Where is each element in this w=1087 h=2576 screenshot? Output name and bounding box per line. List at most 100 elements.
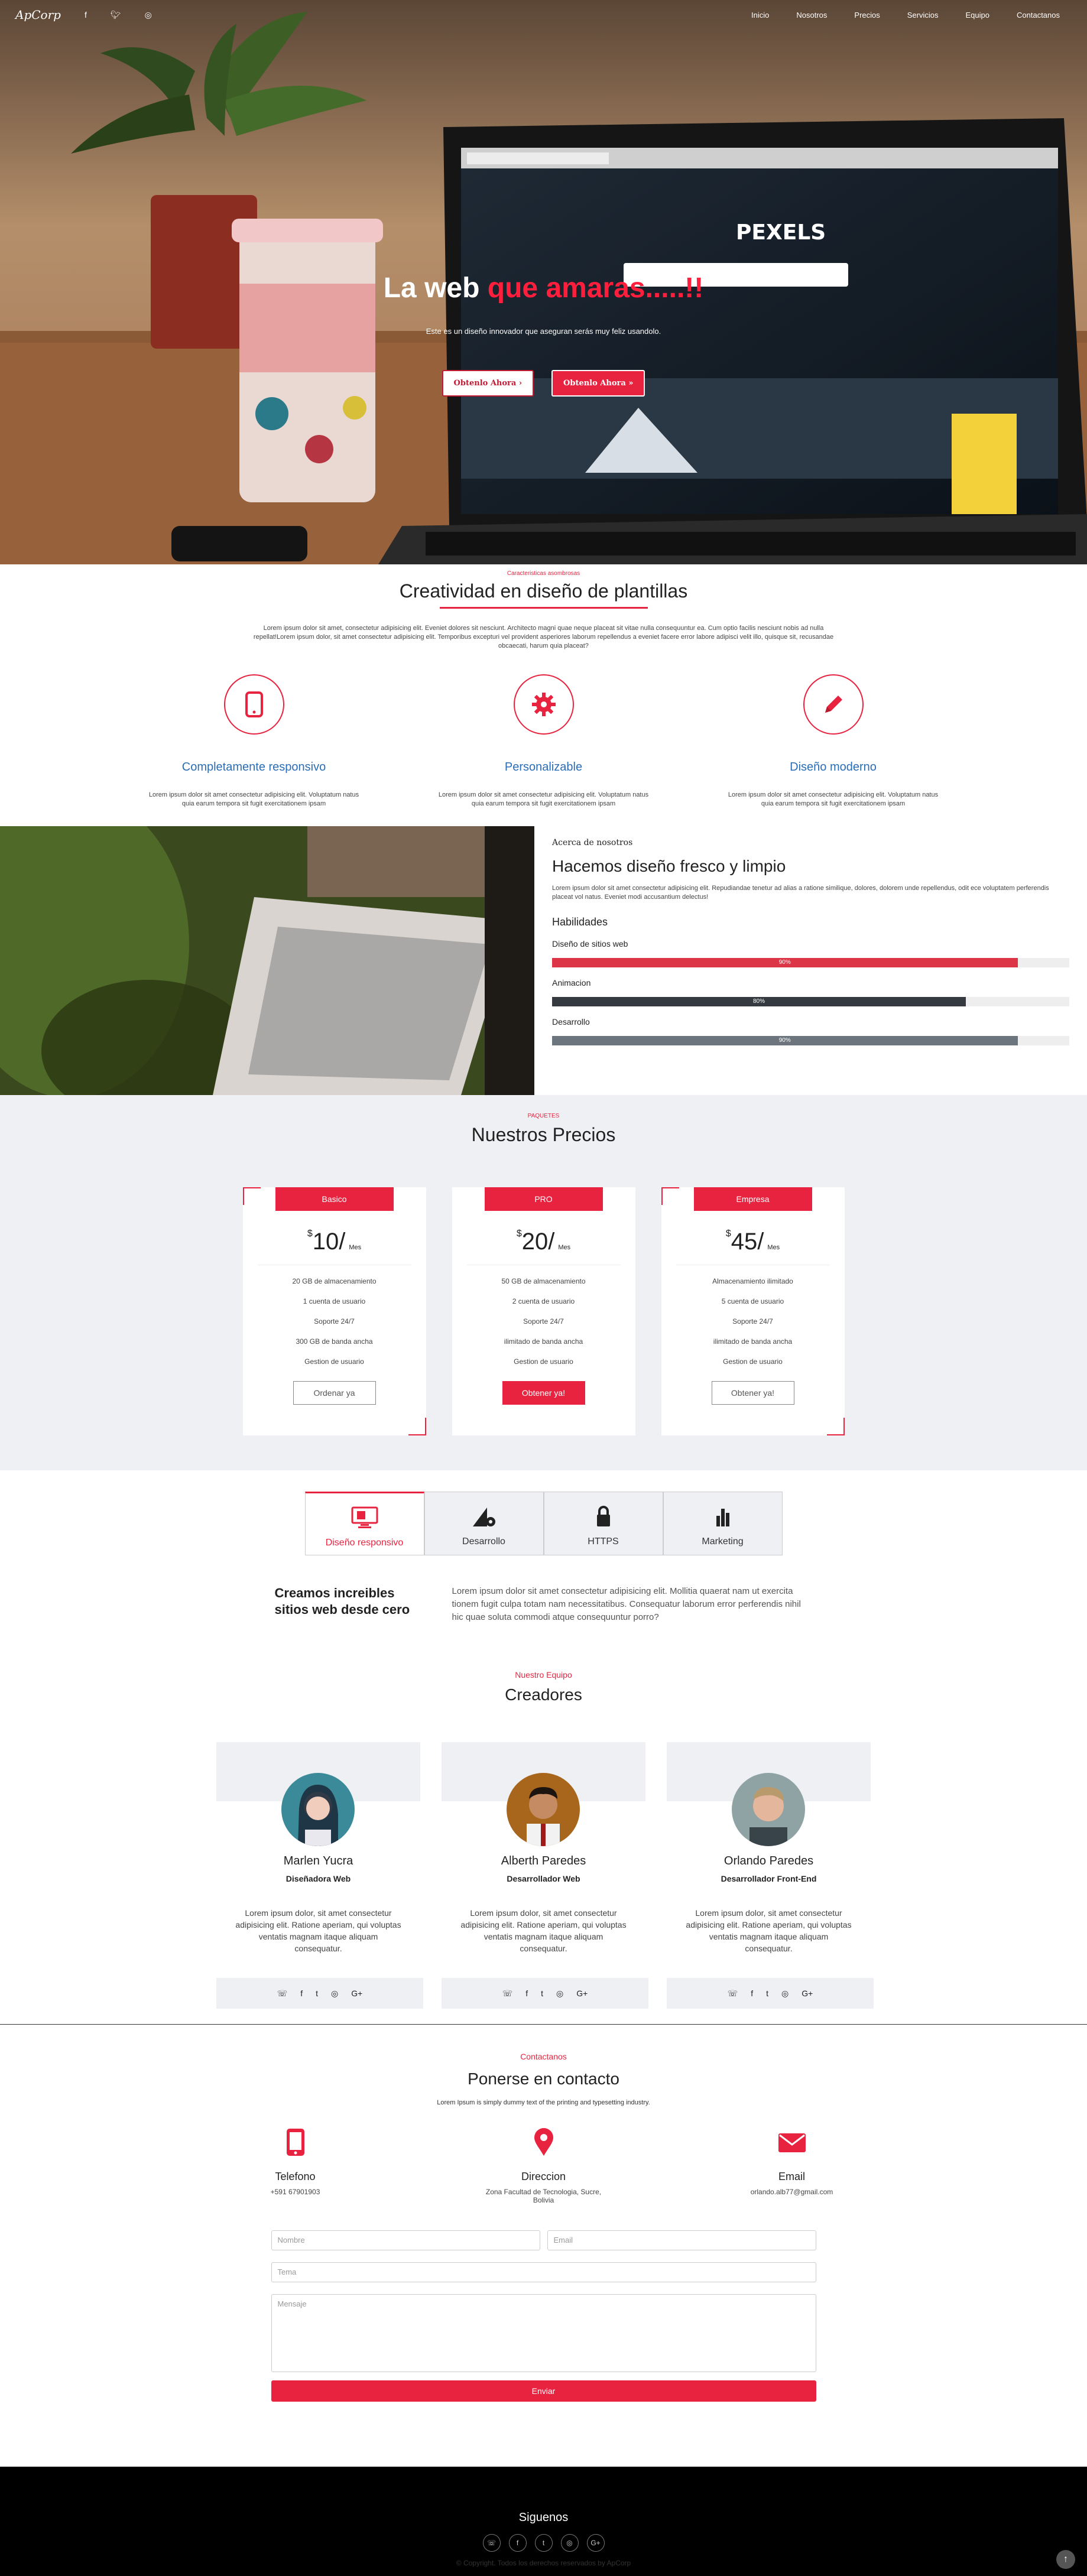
member-social-links: ☏ f t ◎ G+ (216, 1978, 423, 2009)
form-row: Nombre Email (271, 2230, 816, 2250)
hero-content: La web que amaras.....!! Este es un dise… (0, 272, 1087, 397)
instagram-icon[interactable]: ◎ (781, 1989, 789, 1999)
skill-progress-bar: 90% (552, 958, 1069, 967)
nav-item-precios[interactable]: Precios (854, 11, 880, 20)
instagram-icon[interactable]: ◎ (331, 1989, 338, 1999)
tab-label: Desarrollo (462, 1536, 505, 1547)
google-plus-icon[interactable]: G+ (576, 1989, 588, 1998)
skill-item: Diseño de sitios web 90% (552, 939, 1069, 967)
price-value: 20/ (521, 1229, 555, 1255)
hero-title: La web que amaras.....!! (0, 272, 1087, 304)
member-name: Alberth Paredes (501, 1854, 586, 1867)
name-input[interactable]: Nombre (271, 2230, 540, 2250)
nav-item-equipo[interactable]: Equipo (966, 11, 989, 20)
hero-title-main: La web (383, 272, 488, 304)
tab-https[interactable]: HTTPS (543, 1492, 663, 1555)
feature-card: Diseño moderno Lorem ipsum dolor sit ame… (727, 674, 940, 808)
plan-price: $10/Mes (243, 1229, 426, 1255)
tab-development[interactable]: Desarrollo (424, 1492, 544, 1555)
price-period: Mes (558, 1244, 571, 1251)
plan-feature: 300 GB de banda ancha (296, 1337, 373, 1346)
nav-item-servicios[interactable]: Servicios (907, 11, 939, 20)
scroll-to-top-button[interactable]: ↑ (1056, 2550, 1075, 2569)
about-section: Acerca de nosotros Hacemos diseño fresco… (0, 826, 1087, 1095)
skill-item: Desarrollo 90% (552, 1017, 1069, 1045)
plan-name: Empresa (693, 1187, 812, 1211)
facebook-icon[interactable]: f (85, 10, 87, 20)
send-button[interactable]: Enviar (271, 2380, 816, 2402)
facebook-icon[interactable]: f (525, 1989, 528, 1998)
gear-icon (531, 693, 556, 716)
get-it-now-button[interactable]: Obtenlo Ahora › (442, 370, 534, 397)
features-title: Creatividad en diseño de plantillas (399, 580, 688, 602)
whatsapp-icon[interactable]: ☏ (277, 1989, 288, 1999)
skill-progress-fill: 90% (552, 1036, 1018, 1045)
skill-item: Animacion 80% (552, 978, 1069, 1006)
plan-feature: Soporte 24/7 (314, 1317, 355, 1326)
hero-title-accent: que amaras.....!! (487, 272, 704, 304)
contact-info-title: Telefono (275, 2171, 316, 2182)
member-header (442, 1742, 645, 1846)
tab-label: Diseño responsivo (325, 1538, 404, 1548)
twitter-icon[interactable]: t (766, 1989, 768, 1998)
tab-responsive-design[interactable]: Diseño responsivo (304, 1492, 424, 1555)
nav-menu: Inicio Nosotros Precios Servicios Equipo… (751, 11, 1060, 20)
currency-symbol: $ (516, 1229, 522, 1239)
twitter-icon[interactable]: 🐦︎ (111, 10, 121, 20)
facebook-icon[interactable]: f (751, 1989, 753, 1998)
bar-chart-icon (716, 1509, 729, 1526)
avatar (732, 1773, 805, 1846)
feature-icon-circle (803, 674, 864, 735)
twitter-icon[interactable]: t (316, 1989, 318, 1998)
features-description: Lorem ipsum dolor sit amet, consectetur … (253, 625, 834, 649)
plan-feature: ilimitado de banda ancha (504, 1337, 583, 1346)
tab-content: Creamos increibles sitios web desde cero… (275, 1585, 813, 1624)
plan-feature: Gestion de usuario (723, 1357, 783, 1366)
email-input[interactable]: Email (547, 2230, 816, 2250)
card-corner (408, 1418, 426, 1435)
tab-bar: Diseño responsivo Desarrollo HTTPS Marke… (0, 1492, 1087, 1555)
title-underline (439, 607, 648, 609)
contact-info-value: orlando.alb77@gmail.com (750, 2188, 833, 2196)
contact-info-row: Telefono +591 67901903 Direccion Zona Fa… (0, 2127, 1087, 2204)
team-tag: Nuestro Equipo (515, 1670, 572, 1680)
contact-info-address: Direccion Zona Facultad de Tecnologia, S… (485, 2127, 603, 2204)
twitter-icon[interactable]: t (541, 1989, 543, 1998)
whatsapp-icon[interactable]: ☏ (728, 1989, 738, 1999)
google-plus-icon[interactable]: G+ (802, 1989, 813, 1998)
nav-item-inicio[interactable]: Inicio (751, 11, 769, 20)
feature-title: Diseño moderno (790, 761, 877, 774)
get-it-now-primary-button[interactable]: Obtenlo Ahora » (551, 370, 645, 397)
subject-input[interactable]: Tema (271, 2262, 816, 2282)
tab-marketing[interactable]: Marketing (663, 1492, 783, 1555)
desktop-design-icon (351, 1506, 378, 1528)
order-button[interactable]: Ordenar ya (293, 1381, 376, 1405)
get-now-button[interactable]: Obtener ya! (502, 1381, 585, 1405)
member-role: Desarrollador Front-End (721, 1874, 817, 1883)
map-marker-icon (534, 2128, 553, 2156)
feature-text: Lorem ipsum dolor sit amet consectetur a… (438, 791, 649, 807)
facebook-icon[interactable]: f (300, 1989, 303, 1998)
envelope-icon (778, 2133, 806, 2152)
top-navbar: ApCorp f 🐦︎ ◎ Inicio Nosotros Precios Se… (0, 0, 1087, 30)
features-section: Caracteristicas asombrosas Creatividad e… (0, 564, 1087, 826)
member-bio: Lorem ipsum dolor, sit amet consectetur … (686, 1908, 852, 1953)
skill-progress-bar: 90% (552, 1036, 1069, 1045)
member-bio: Lorem ipsum dolor, sit amet consectetur … (235, 1908, 401, 1953)
plan-feature: Soporte 24/7 (523, 1317, 564, 1326)
nav-item-contactanos[interactable]: Contactanos (1017, 11, 1060, 20)
nav-item-nosotros[interactable]: Nosotros (796, 11, 827, 20)
instagram-icon[interactable]: ◎ (556, 1989, 563, 1999)
whatsapp-icon[interactable]: ☏ (502, 1989, 513, 1999)
contact-subtitle: Lorem Ipsum is simply dummy text of the … (437, 2099, 650, 2106)
get-now-button[interactable]: Obtener ya! (711, 1381, 794, 1405)
section-divider (0, 2024, 1087, 2025)
contact-form: Nombre Email Tema Mensaje Enviar (271, 2230, 816, 2402)
features-tag: Caracteristicas asombrosas (507, 570, 580, 577)
mobile-phone-icon (245, 691, 263, 717)
message-textarea[interactable]: Mensaje (271, 2294, 816, 2372)
instagram-icon[interactable]: ◎ (145, 10, 152, 20)
google-plus-icon[interactable]: G+ (351, 1989, 362, 1998)
card-corner (242, 1187, 261, 1205)
brand-logo[interactable]: ApCorp (15, 8, 61, 22)
